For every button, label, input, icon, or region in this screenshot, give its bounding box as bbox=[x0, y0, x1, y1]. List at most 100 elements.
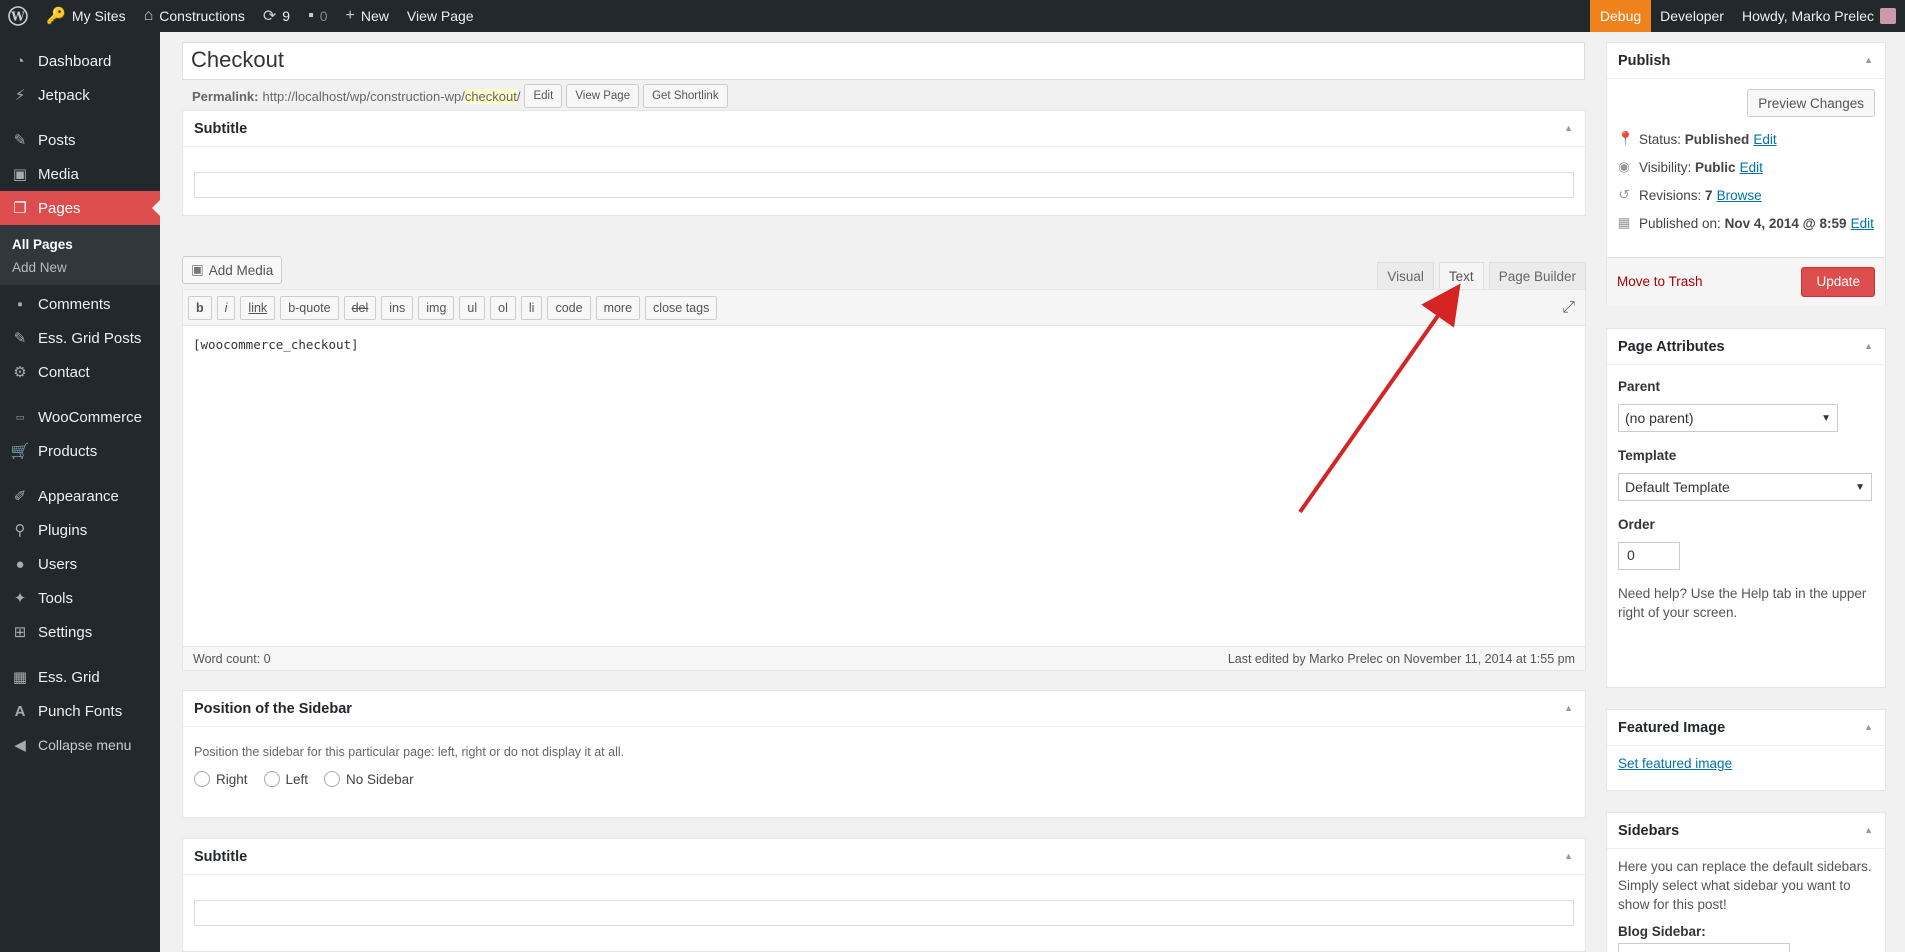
view-page-button[interactable]: View Page bbox=[566, 84, 640, 108]
gear-icon: ⚙ bbox=[13, 364, 27, 381]
tab-text[interactable]: Text bbox=[1438, 262, 1484, 290]
metabox-header[interactable]: Position of the Sidebar ▲ bbox=[183, 691, 1585, 727]
edit-status-link[interactable]: Edit bbox=[1753, 132, 1776, 147]
template-label: Template bbox=[1618, 448, 1677, 463]
debug-menu[interactable]: Debug bbox=[1589, 0, 1652, 32]
metabox-title: Featured Image bbox=[1618, 719, 1726, 736]
menu-item-users[interactable]: ● Users bbox=[0, 547, 160, 581]
metabox-header[interactable]: Publish ▲ bbox=[1607, 43, 1885, 79]
metabox-header[interactable]: Featured Image ▲ bbox=[1607, 710, 1885, 746]
pages-submenu: All Pages Add New bbox=[0, 225, 160, 285]
page-title-input[interactable]: Checkout bbox=[182, 42, 1585, 80]
menu-item-contact[interactable]: ⚙ Contact bbox=[0, 355, 160, 389]
collapse-toggle-icon[interactable]: ▲ bbox=[1564, 123, 1573, 133]
wordpress-logo-icon[interactable]: W bbox=[0, 0, 37, 32]
browse-revisions-link[interactable]: Browse bbox=[1717, 188, 1762, 203]
metabox-header[interactable]: Subtitle ▲ bbox=[183, 839, 1585, 875]
collapse-toggle-icon[interactable]: ▲ bbox=[1564, 851, 1573, 861]
edit-visibility-link[interactable]: Edit bbox=[1740, 160, 1763, 175]
menu-item-tools[interactable]: ✦ Tools bbox=[0, 581, 160, 615]
view-page-link[interactable]: View Page bbox=[398, 0, 483, 32]
qt-italic-button[interactable]: i bbox=[216, 295, 236, 320]
blog-sidebar-select[interactable]: ▼ bbox=[1618, 943, 1790, 952]
menu-item-ess-grid[interactable]: ▦ Ess. Grid bbox=[0, 660, 160, 694]
parent-select[interactable]: (no parent) ▼ bbox=[1618, 404, 1838, 432]
collapse-toggle-icon[interactable]: ▲ bbox=[1864, 722, 1873, 732]
get-shortlink-button[interactable]: Get Shortlink bbox=[643, 84, 728, 108]
edit-date-link[interactable]: Edit bbox=[1851, 216, 1874, 231]
radio-left[interactable]: Left bbox=[263, 771, 308, 787]
brush-icon: ✐ bbox=[13, 488, 27, 505]
my-sites-menu[interactable]: 🔑 My Sites bbox=[37, 0, 135, 32]
radio-circle[interactable] bbox=[324, 771, 341, 787]
subtitle-input-2[interactable] bbox=[194, 900, 1574, 926]
submenu-add-new[interactable]: Add New bbox=[0, 256, 160, 279]
help-text: Need help? Use the Help tab in the upper… bbox=[1618, 586, 1867, 620]
menu-item-media[interactable]: ▣ Media bbox=[0, 157, 160, 191]
qt-li-button[interactable]: li bbox=[520, 295, 543, 320]
update-button[interactable]: Update bbox=[1801, 266, 1875, 297]
menu-item-posts[interactable]: ✎ Posts bbox=[0, 123, 160, 157]
submenu-all-pages[interactable]: All Pages bbox=[0, 233, 160, 256]
metabox-header[interactable]: Page Attributes ▲ bbox=[1607, 329, 1885, 365]
admin-bar: W 🔑 My Sites ⌂ Constructions ⟳ 9 ▪ 0 + N… bbox=[0, 0, 1905, 32]
menu-item-settings[interactable]: ⊞ Settings bbox=[0, 615, 160, 649]
updates-menu[interactable]: ⟳ 9 bbox=[254, 0, 299, 32]
radio-circle[interactable] bbox=[194, 771, 210, 787]
comments-menu[interactable]: ▪ 0 bbox=[299, 0, 336, 32]
collapse-toggle-icon[interactable]: ▲ bbox=[1864, 825, 1873, 835]
radio-circle[interactable] bbox=[263, 771, 280, 787]
menu-item-plugins[interactable]: ⚲ Plugins bbox=[0, 513, 160, 547]
preview-changes-button[interactable]: Preview Changes bbox=[1747, 89, 1875, 117]
qt-del-button[interactable]: del bbox=[343, 295, 377, 320]
sidebars-metabox: Sidebars ▲ Here you can replace the defa… bbox=[1606, 812, 1886, 952]
published-row: ▦ Published on: Nov 4, 2014 @ 8:59 Edit bbox=[1617, 209, 1875, 237]
radio-no-sidebar[interactable]: No Sidebar bbox=[324, 771, 414, 787]
edit-permalink-button[interactable]: Edit bbox=[524, 84, 563, 108]
collapse-toggle-icon[interactable]: ▲ bbox=[1864, 55, 1873, 65]
menu-item-dashboard[interactable]: ◔ Dashboard bbox=[0, 44, 160, 78]
collapse-menu-button[interactable]: ◀ Collapse menu bbox=[0, 728, 160, 762]
qt-blockquote-button[interactable]: b-quote bbox=[280, 295, 339, 320]
subtitle-input[interactable] bbox=[194, 172, 1574, 198]
qt-bold-button[interactable]: b bbox=[188, 295, 212, 320]
metabox-title: Publish bbox=[1618, 52, 1671, 69]
status-value: Published bbox=[1684, 131, 1750, 147]
collapse-toggle-icon[interactable]: ▲ bbox=[1864, 341, 1873, 351]
fullscreen-icon[interactable]: ⤢ bbox=[1562, 299, 1575, 317]
qt-ul-button[interactable]: ul bbox=[459, 295, 486, 320]
template-select[interactable]: Default Template ▼ bbox=[1618, 473, 1872, 501]
qt-ins-button[interactable]: ins bbox=[381, 295, 414, 320]
set-featured-image-link[interactable]: Set featured image bbox=[1618, 756, 1732, 771]
menu-item-punch-fonts[interactable]: A Punch Fonts bbox=[0, 694, 160, 728]
menu-item-jetpack[interactable]: ⚡ Jetpack bbox=[0, 78, 160, 112]
tab-visual[interactable]: Visual bbox=[1377, 262, 1434, 290]
radio-right[interactable]: Right bbox=[194, 771, 248, 787]
metabox-header[interactable]: Subtitle ▲ bbox=[183, 111, 1585, 147]
qt-close-tags-button[interactable]: close tags bbox=[645, 295, 718, 320]
editor-textarea[interactable]: [woocommerce_checkout] bbox=[183, 326, 1585, 646]
menu-item-pages[interactable]: ❐ Pages bbox=[0, 191, 160, 225]
qt-code-button[interactable]: code bbox=[547, 295, 591, 320]
qt-img-button[interactable]: img bbox=[418, 295, 455, 320]
parent-label: Parent bbox=[1618, 379, 1661, 394]
menu-item-comments[interactable]: ▪ Comments bbox=[0, 287, 160, 321]
qt-link-button[interactable]: link bbox=[240, 295, 276, 320]
metabox-header[interactable]: Sidebars ▲ bbox=[1607, 813, 1885, 849]
tab-page-builder[interactable]: Page Builder bbox=[1488, 262, 1586, 290]
add-media-button[interactable]: ▣ Add Media bbox=[182, 256, 283, 284]
collapse-toggle-icon[interactable]: ▲ bbox=[1564, 703, 1573, 713]
account-menu[interactable]: Howdy, Marko Prelec bbox=[1733, 0, 1905, 32]
menu-item-products[interactable]: 🛒 Products bbox=[0, 434, 160, 468]
new-content-menu[interactable]: + New bbox=[337, 0, 398, 32]
menu-item-ess-grid-posts[interactable]: ✎ Ess. Grid Posts bbox=[0, 321, 160, 355]
home-icon: ⌂ bbox=[143, 7, 154, 24]
qt-more-button[interactable]: more bbox=[595, 295, 641, 320]
developer-menu[interactable]: Developer bbox=[1651, 0, 1733, 32]
move-to-trash-link[interactable]: Move to Trash bbox=[1617, 274, 1703, 289]
menu-item-appearance[interactable]: ✐ Appearance bbox=[0, 479, 160, 513]
site-name-menu[interactable]: ⌂ Constructions bbox=[135, 0, 254, 32]
order-input[interactable]: 0 bbox=[1618, 542, 1680, 570]
qt-ol-button[interactable]: ol bbox=[490, 295, 516, 320]
menu-item-woocommerce[interactable]: ▭ WooCommerce bbox=[0, 400, 160, 434]
